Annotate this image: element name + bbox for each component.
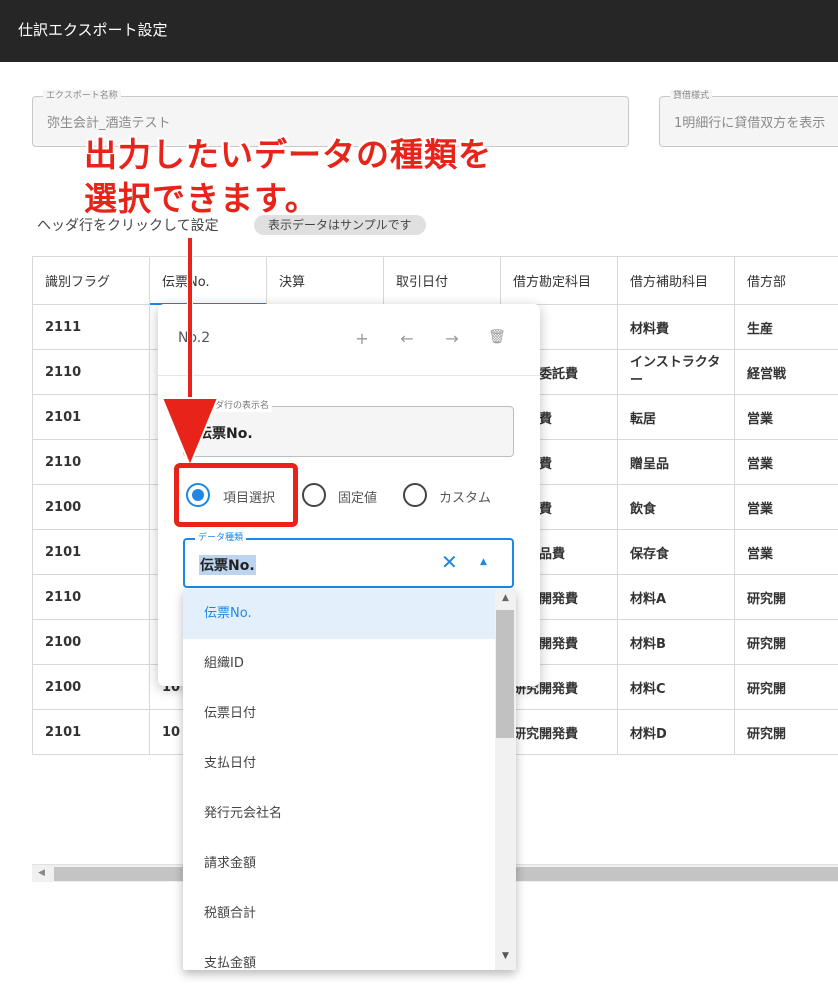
- debit-credit-style-label: 貸借様式: [670, 90, 713, 102]
- table-cell: 2100: [33, 485, 150, 530]
- data-type-options-list: 伝票No. 組織ID 伝票日付 支払日付 発行元会社名 請求金額 税額合計 支払金額 ▲ ▼: [183, 589, 516, 970]
- table-cell: 材料B: [618, 620, 735, 665]
- table-cell: 転居: [618, 395, 735, 440]
- delete-column-icon[interactable]: 🗑: [487, 329, 507, 345]
- table-cell: 営業: [735, 395, 838, 440]
- table-cell: 材料D: [618, 710, 735, 755]
- table-cell: 研究開発費: [501, 710, 618, 755]
- annotation-line-2: 選択できます。: [84, 179, 319, 218]
- table-cell: 2110: [33, 440, 150, 485]
- header-cell-flag[interactable]: 識別フラグ: [33, 257, 150, 305]
- header-cell-settlement[interactable]: 決算: [267, 257, 384, 305]
- debit-credit-style-select[interactable]: 貸借様式 1明細行に貸借双方を表示: [659, 90, 838, 147]
- annotation-highlight-box: [174, 463, 298, 527]
- table-cell: 2110: [33, 350, 150, 395]
- table-cell: 研究開: [735, 620, 838, 665]
- table-cell: 経営戦: [735, 350, 838, 395]
- table-cell: 生産: [735, 305, 838, 350]
- dropdown-option[interactable]: 税額合計: [183, 889, 495, 939]
- table-cell: 2101: [33, 530, 150, 575]
- data-type-label: データ種類: [195, 532, 247, 544]
- table-cell: 2101: [33, 710, 150, 755]
- table-cell: 研究開: [735, 575, 838, 620]
- add-column-icon[interactable]: +: [352, 329, 372, 348]
- table-cell: 保存食: [618, 530, 735, 575]
- table-cell: 研究開: [735, 665, 838, 710]
- table-cell: 贈呈品: [618, 440, 735, 485]
- move-right-icon[interactable]: →: [442, 329, 462, 348]
- table-cell: 営業: [735, 485, 838, 530]
- header-cell-debit-department[interactable]: 借方部: [735, 257, 838, 305]
- vertical-scrollbar[interactable]: ▲ ▼: [495, 589, 516, 970]
- header-cell-debit-account[interactable]: 借方勘定科目: [501, 257, 618, 305]
- header-cell-date[interactable]: 取引日付: [384, 257, 501, 305]
- table-cell: 2110: [33, 575, 150, 620]
- data-type-value[interactable]: 伝票No.: [199, 555, 256, 575]
- table-cell: インストラクター: [618, 350, 735, 395]
- page-title: 仕訳エクスポート設定: [18, 21, 168, 39]
- annotation-line-1: 出力したいデータの種類を: [84, 135, 492, 174]
- radio-fixed-value-label[interactable]: 固定値: [338, 487, 377, 506]
- table-cell: 2100: [33, 665, 150, 710]
- app-bar: 仕訳エクスポート設定: [0, 0, 838, 62]
- dropdown-option[interactable]: 伝票日付: [183, 689, 495, 739]
- chevron-up-icon[interactable]: ▲: [480, 557, 487, 567]
- radio-custom[interactable]: [403, 483, 427, 507]
- data-type-select[interactable]: データ種類 伝票No. ✕ ▲: [183, 532, 514, 588]
- table-cell: 2101: [33, 395, 150, 440]
- scroll-down-icon[interactable]: ▼: [495, 951, 516, 961]
- table-cell: 飲食: [618, 485, 735, 530]
- dropdown-option[interactable]: 請求金額: [183, 839, 495, 889]
- table-cell: 2100: [33, 620, 150, 665]
- scroll-up-icon[interactable]: ▲: [495, 593, 516, 603]
- radio-fixed-value[interactable]: [302, 483, 326, 507]
- debit-credit-style-value: 1明細行に貸借双方を表示: [674, 116, 826, 131]
- dropdown-option[interactable]: 発行元会社名: [183, 789, 495, 839]
- dropdown-option[interactable]: 組織ID: [183, 639, 495, 689]
- table-cell: 材料費: [618, 305, 735, 350]
- move-left-icon[interactable]: ←: [397, 329, 417, 348]
- export-name-label: エクスポート名称: [43, 90, 121, 102]
- annotation-arrow-icon: [160, 238, 220, 468]
- clear-icon[interactable]: ✕: [441, 550, 458, 574]
- dropdown-option[interactable]: 支払日付: [183, 739, 495, 789]
- radio-custom-label[interactable]: カスタム: [439, 487, 491, 506]
- table-cell: 営業: [735, 530, 838, 575]
- table-cell: 研究開: [735, 710, 838, 755]
- header-display-name-field[interactable]: ヘッダ行の表示名 伝票No.: [183, 400, 514, 457]
- dropdown-option[interactable]: 伝票No.: [183, 589, 495, 639]
- table-cell: 2111: [33, 305, 150, 350]
- export-name-value: 弥生会計_酒造テスト: [47, 116, 171, 131]
- dropdown-option[interactable]: 支払金額: [183, 939, 495, 970]
- table-cell: 材料C: [618, 665, 735, 710]
- header-cell-debit-sub-account[interactable]: 借方補助科目: [618, 257, 735, 305]
- vertical-scroll-thumb[interactable]: [496, 610, 514, 738]
- scroll-left-icon[interactable]: ◀: [38, 868, 45, 878]
- table-cell: 営業: [735, 440, 838, 485]
- table-cell: 材料A: [618, 575, 735, 620]
- tutorial-annotation: 出力したいデータの種類を 選択できます。: [84, 133, 492, 221]
